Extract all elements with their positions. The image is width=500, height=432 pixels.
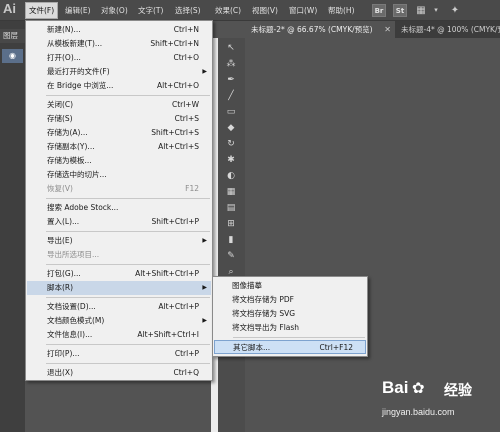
- menu-separator: [46, 264, 210, 265]
- eye-icon[interactable]: ◉: [2, 49, 23, 63]
- submenu-item-image-trace[interactable]: 图像描摹: [214, 279, 366, 293]
- menu-item-revert[interactable]: 恢复(V) F12: [27, 182, 211, 196]
- menu-file[interactable]: 文件(F): [25, 2, 59, 19]
- menu-bar: Ai 文件(F) 编辑(E) 对象(O) 文字(T) 选择(S) 效果(C) 视…: [0, 0, 500, 21]
- scripts-submenu: 图像描摹 将文档存储为 PDF 将文档存储为 SVG 将文档导出为 Flash …: [212, 276, 368, 357]
- menu-item-save[interactable]: 存储(S) Ctrl+S: [27, 112, 211, 126]
- bridge-icon[interactable]: Br: [372, 4, 386, 17]
- menu-item-save-as[interactable]: 存储为(A)... Shift+Ctrl+S: [27, 126, 211, 140]
- chevron-down-icon[interactable]: ▾: [430, 4, 442, 17]
- layers-panel: 图层 ◉: [0, 21, 25, 432]
- menu-item-recent-files[interactable]: 最近打开的文件(F) ▶: [27, 65, 211, 79]
- menu-item-export-selection[interactable]: 导出所选项目...: [27, 248, 211, 262]
- menu-item-search-adobe-stock[interactable]: 搜索 Adobe Stock...: [27, 201, 211, 215]
- menu-item-browse-bridge[interactable]: 在 Bridge 中浏览... Alt+Ctrl+O: [27, 79, 211, 93]
- menu-item-new[interactable]: 新建(N)... Ctrl+N: [27, 23, 211, 37]
- menu-select[interactable]: 选择(S): [172, 3, 204, 18]
- submenu-item-export-as-flash[interactable]: 将文档导出为 Flash: [214, 321, 366, 335]
- magic-wand-tool-icon[interactable]: ⁂: [222, 56, 240, 72]
- gpu-icon[interactable]: ✦: [448, 4, 462, 17]
- menu-help[interactable]: 帮助(H): [325, 3, 358, 18]
- menu-separator: [46, 198, 210, 199]
- menu-separator: [46, 344, 210, 345]
- menu-item-package[interactable]: 打包(G)... Alt+Shift+Ctrl+P: [27, 267, 211, 281]
- menu-item-close[interactable]: 关闭(C) Ctrl+W: [27, 98, 211, 112]
- tab-document-4[interactable]: 未标题-4* @ 100% (CMYK/预览): [395, 21, 500, 38]
- eyedropper-tool-icon[interactable]: ✎: [222, 248, 240, 264]
- rectangle-tool-icon[interactable]: ▭: [222, 104, 240, 120]
- document-tab-bar: 未标题-2* @ 66.67% (CMYK/预览) ✕ 未标题-4* @ 100…: [245, 21, 500, 38]
- close-icon[interactable]: ✕: [384, 21, 391, 38]
- menu-effect[interactable]: 效果(C): [212, 3, 244, 18]
- menu-object[interactable]: 对象(O): [98, 3, 131, 18]
- menu-item-save-as-template[interactable]: 存储为模板...: [27, 154, 211, 168]
- menu-separator: [46, 95, 210, 96]
- menu-item-save-selected-slices[interactable]: 存储选中的切片...: [27, 168, 211, 182]
- menu-item-document-setup[interactable]: 文档设置(D)... Alt+Ctrl+P: [27, 300, 211, 314]
- chevron-right-icon: ▶: [202, 237, 207, 244]
- menu-item-document-color-mode[interactable]: 文档颜色模式(M) ▶: [27, 314, 211, 328]
- menu-item-place[interactable]: 置入(L)... Shift+Ctrl+P: [27, 215, 211, 229]
- tab-label: 未标题-2* @ 66.67% (CMYK/预览): [251, 25, 373, 34]
- menu-item-new-from-template[interactable]: 从模板新建(T)... Shift+Ctrl+N: [27, 37, 211, 51]
- watermark-brand: Bai: [382, 378, 409, 397]
- pen-tool-icon[interactable]: ✒: [222, 72, 240, 88]
- watermark-url: jingyan.baidu.com: [382, 407, 455, 417]
- menu-item-export[interactable]: 导出(E) ▶: [27, 234, 211, 248]
- menu-item-file-info[interactable]: 文件信息(I)... Alt+Shift+Ctrl+I: [27, 328, 211, 342]
- chevron-right-icon: ▶: [202, 68, 207, 75]
- app-logo: Ai: [3, 1, 16, 16]
- tab-label: 未标题-4* @ 100% (CMYK/预览): [401, 25, 500, 34]
- menu-item-open[interactable]: 打开(O)... Ctrl+O: [27, 51, 211, 65]
- menu-type[interactable]: 文字(T): [135, 3, 166, 18]
- submenu-item-save-as-svg[interactable]: 将文档存储为 SVG: [214, 307, 366, 321]
- chevron-right-icon: ▶: [202, 284, 207, 291]
- puppet-warp-tool-icon[interactable]: ✱: [222, 152, 240, 168]
- paw-icon: ✿: [412, 380, 425, 397]
- menu-separator: [46, 297, 210, 298]
- submenu-item-save-as-pdf[interactable]: 将文档存储为 PDF: [214, 293, 366, 307]
- stock-icon[interactable]: St: [393, 4, 407, 17]
- graph-tool-icon[interactable]: ▮: [222, 232, 240, 248]
- gradient-tool-icon[interactable]: ▤: [222, 200, 240, 216]
- rotate-tool-icon[interactable]: ↻: [222, 136, 240, 152]
- menu-item-save-copy[interactable]: 存储副本(Y)... Alt+Ctrl+S: [27, 140, 211, 154]
- mesh-tool-icon[interactable]: ⊞: [222, 216, 240, 232]
- menu-item-scripts[interactable]: 脚本(R) ▶: [27, 281, 211, 295]
- eraser-tool-icon[interactable]: ◆: [222, 120, 240, 136]
- menu-window[interactable]: 窗口(W): [286, 3, 320, 18]
- grid-icon[interactable]: ▦: [414, 4, 428, 17]
- menu-edit[interactable]: 编辑(E): [62, 3, 94, 18]
- menu-item-exit[interactable]: 退出(X) Ctrl+Q: [27, 366, 211, 380]
- chevron-right-icon: ▶: [202, 317, 207, 324]
- layers-panel-title: 图层: [0, 29, 25, 43]
- tab-document-2[interactable]: 未标题-2* @ 66.67% (CMYK/预览) ✕: [245, 21, 395, 38]
- file-menu: 新建(N)... Ctrl+N 从模板新建(T)... Shift+Ctrl+N 打…: [25, 20, 213, 381]
- selection-tool-icon[interactable]: ↖: [222, 40, 240, 56]
- watermark-suffix: 经验: [444, 382, 472, 398]
- tools-panel: ↖ ⁂ ✒ ╱ ▭ ◆ ↻ ✱ ◐ ▦ ▤ ⊞ ▮ ✎ ⌕: [218, 38, 245, 432]
- submenu-item-other-script[interactable]: 其它脚本... Ctrl+F12: [214, 340, 366, 354]
- menu-separator: [233, 337, 365, 338]
- menu-item-print[interactable]: 打印(P)... Ctrl+P: [27, 347, 211, 361]
- menu-separator: [46, 231, 210, 232]
- perspective-tool-icon[interactable]: ▦: [222, 184, 240, 200]
- baidu-jingyan-watermark: Bai ✿ 经验 jingyan.baidu.com: [382, 378, 494, 428]
- shape-builder-tool-icon[interactable]: ◐: [222, 168, 240, 184]
- menu-view[interactable]: 视图(V): [249, 3, 281, 18]
- menu-separator: [46, 363, 210, 364]
- line-tool-icon[interactable]: ╱: [222, 88, 240, 104]
